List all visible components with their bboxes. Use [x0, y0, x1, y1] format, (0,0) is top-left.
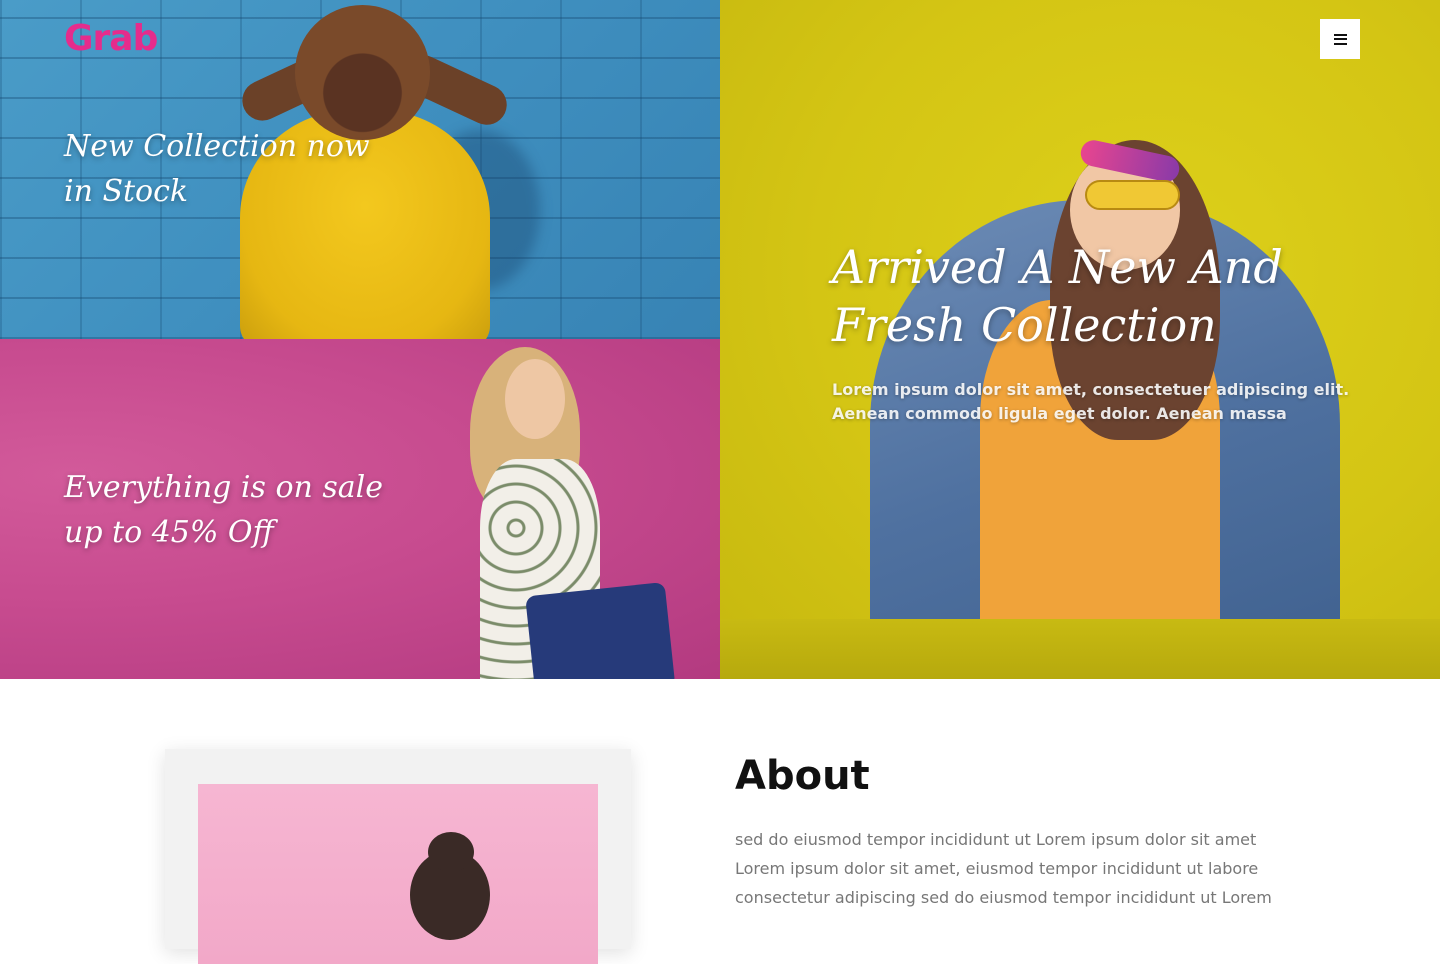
fresh-collection-subtext: Lorem ipsum dolor sit amet, consectetuer…: [832, 378, 1352, 426]
menu-button[interactable]: [1320, 19, 1360, 59]
model-head: [295, 5, 430, 140]
heading-line: New Collection now: [64, 129, 370, 164]
model-face: [505, 359, 565, 439]
sale-heading: Everything is on sale up to 45% Off: [64, 465, 404, 555]
hamburger-icon: [1333, 33, 1347, 45]
paragraph-line: consectetur adipiscing sed do eiusmod te…: [735, 888, 1272, 907]
floor-strip: [720, 619, 1440, 679]
about-section: About sed do eiusmod tempor incididunt u…: [0, 679, 1440, 964]
subtext-line: Aenean commodo ligula eget dolor. Aenean…: [832, 404, 1287, 423]
heading-line: up to 45% Off: [64, 515, 274, 550]
new-collection-heading: New Collection now in Stock: [64, 124, 394, 214]
fresh-collection-heading: Arrived A New And Fresh Collection: [832, 238, 1332, 354]
model-sunglasses: [1085, 180, 1180, 210]
model-hair-bun: [428, 832, 474, 872]
paragraph-line: Lorem ipsum dolor sit amet, eiusmod temp…: [735, 859, 1259, 878]
about-title: About: [735, 753, 870, 799]
brand-logo[interactable]: Grab: [64, 18, 158, 59]
heading-line: Fresh Collection: [832, 298, 1217, 352]
paragraph-line: sed do eiusmod tempor incididunt ut Lore…: [735, 830, 1257, 849]
model-tote-bag: [525, 581, 675, 679]
about-image: [198, 784, 598, 964]
heading-line: Everything is on sale: [64, 470, 383, 505]
about-image-frame: [165, 749, 631, 964]
hero-section: Grab New Collection now in Stock Everyth…: [0, 0, 1440, 679]
subtext-line: Lorem ipsum dolor sit amet, consectetuer…: [832, 380, 1350, 399]
heading-line: in Stock: [64, 174, 189, 209]
heading-line: Arrived A New And: [832, 240, 1283, 294]
about-paragraph: sed do eiusmod tempor incididunt ut Lore…: [735, 825, 1295, 912]
